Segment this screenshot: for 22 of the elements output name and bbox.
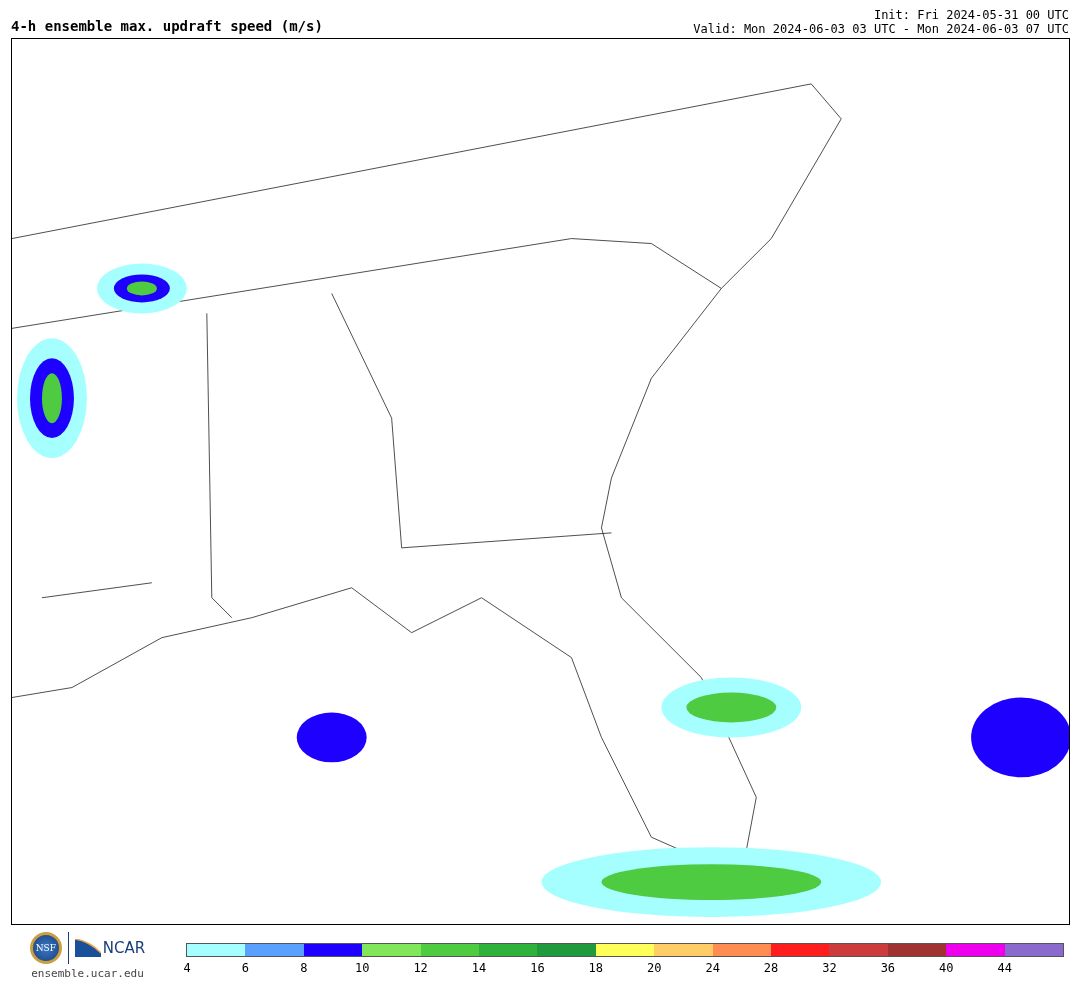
tick-label: 44: [997, 961, 1012, 975]
tick-label: 14: [471, 961, 487, 975]
tick-label: 6: [241, 961, 249, 975]
tick-label: 12: [413, 961, 428, 975]
tick-label: 10: [355, 961, 370, 975]
valid-time: Valid: Mon 2024-06-03 03 UTC - Mon 2024-06-03 07 UTC: [693, 22, 1069, 36]
tick-label: 28: [763, 961, 779, 975]
tick-label: 16: [530, 961, 545, 975]
tick-label: 18: [588, 961, 604, 975]
site-url: ensemble.ucar.edu: [31, 967, 144, 980]
ncar-swoosh-icon: [74, 939, 101, 957]
nsf-logo: NSF: [29, 932, 62, 964]
chart-title: 4-h ensemble max. updraft speed (m/s): [11, 18, 323, 36]
tick-label: 24: [705, 961, 720, 975]
tick-label: 36: [880, 961, 896, 975]
tick-label: 40: [939, 961, 954, 975]
tick-label: 32: [822, 961, 837, 975]
tick-label: 20: [647, 961, 662, 975]
tick-label: 4: [183, 961, 191, 975]
init-time: Init: Fri 2024-05-31 00 UTC: [873, 8, 1069, 22]
tick-label: 8: [300, 961, 308, 975]
ncar-logo: NCAR: [102, 939, 146, 957]
